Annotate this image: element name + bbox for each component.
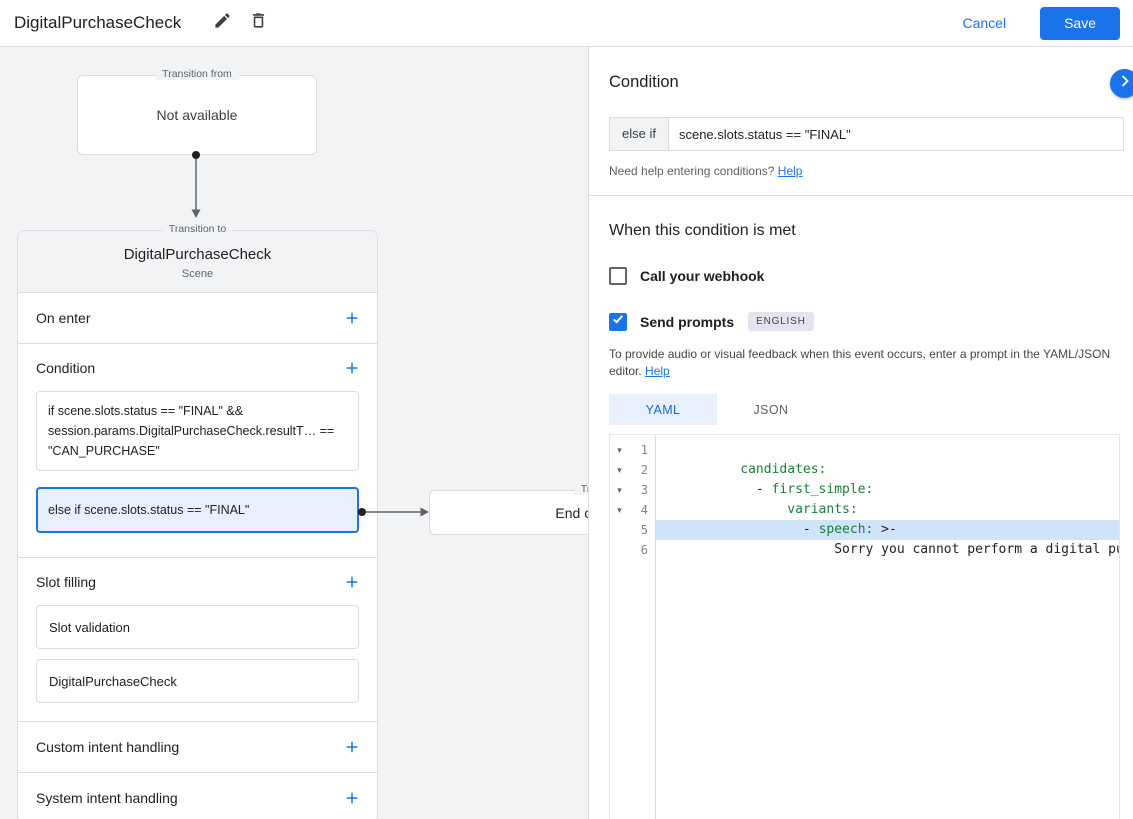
editor-code-area[interactable]: candidates: - first_simple: variants: - …	[656, 435, 1119, 819]
scene-name: DigitalPurchaseCheck	[123, 246, 272, 263]
collapse-panel-button[interactable]	[1110, 69, 1133, 98]
on-enter-row[interactable]: On enter	[18, 293, 377, 343]
slot-item-validation[interactable]: Slot validation	[36, 605, 359, 649]
top-bar: DigitalPurchaseCheck Cancel Save	[0, 0, 1133, 47]
add-system-intent-button[interactable]	[342, 788, 362, 808]
condition-help-link[interactable]: Help	[778, 164, 803, 178]
condition-operator-chip: else if	[609, 117, 669, 151]
line-number: 2	[640, 463, 648, 477]
condition-item-elseif-selected[interactable]: else if scene.slots.status == "FINAL"	[36, 487, 359, 533]
panel-title: Condition	[609, 73, 679, 91]
cancel-button[interactable]: Cancel	[962, 15, 1006, 31]
condition-help-text: Need help entering conditions? Help	[609, 164, 803, 178]
fold-toggle-icon[interactable]: ▾	[610, 465, 629, 476]
slot-filling-row[interactable]: Slot filling	[18, 558, 377, 605]
condition-editor-row: else if	[609, 117, 1124, 151]
line-number: 3	[640, 483, 648, 497]
language-badge: ENGLISH	[748, 312, 814, 331]
add-on-enter-button[interactable]	[342, 308, 362, 328]
custom-intent-row[interactable]: Custom intent handling	[18, 722, 377, 772]
save-button[interactable]: Save	[1040, 6, 1120, 40]
fold-toggle-icon[interactable]: ▾	[610, 445, 629, 456]
webhook-row: Call your webhook	[609, 267, 1133, 285]
trash-icon	[249, 11, 268, 35]
transition-from-label: Transition from	[155, 68, 239, 80]
section-custom-intent: Custom intent handling	[18, 722, 377, 773]
scene-card-header: DigitalPurchaseCheck Scene	[18, 231, 377, 293]
tab-yaml[interactable]: YAML	[609, 394, 717, 425]
transition-from-node[interactable]: Transition from Not available	[77, 68, 317, 155]
line-number: 6	[640, 543, 648, 557]
yaml-editor[interactable]: ▾ 1 ▾ 2 ▾ 3 ▾ 4 5 6 candidates: - first_simp…	[609, 434, 1120, 819]
section-system-intent: System intent handling	[18, 773, 377, 819]
section-slot-filling: Slot filling Slot validation DigitalPurc…	[18, 558, 377, 722]
editor-tabs: YAML JSON	[609, 394, 1133, 425]
add-condition-button[interactable]	[342, 358, 362, 378]
condition-expression-input[interactable]	[667, 117, 1124, 151]
fold-toggle-icon[interactable]: ▾	[610, 505, 629, 516]
call-webhook-label: Call your webhook	[640, 268, 765, 284]
transition-to-label: Transition to	[161, 223, 234, 235]
when-condition-met-title: When this condition is met	[609, 222, 796, 239]
pencil-icon	[213, 11, 232, 35]
panel-divider	[589, 195, 1133, 196]
send-prompts-checkbox[interactable]	[609, 312, 627, 331]
add-custom-intent-button[interactable]	[342, 737, 362, 757]
check-icon	[611, 312, 625, 331]
condition-item-if[interactable]: if scene.slots.status == "FINAL" && sess…	[36, 391, 359, 471]
tab-json[interactable]: JSON	[717, 394, 825, 425]
call-webhook-checkbox[interactable]	[609, 267, 627, 285]
line-number: 4	[640, 503, 648, 517]
delete-scene-button[interactable]	[243, 8, 273, 38]
prompt-hint-text: To provide audio or visual feedback when…	[609, 347, 1111, 378]
scene-card[interactable]: Transition to DigitalPurchaseCheck Scene…	[17, 223, 378, 819]
condition-row[interactable]: Condition	[18, 344, 377, 391]
section-condition: Condition if scene.slots.status == "FINA…	[18, 344, 377, 558]
editor-gutter: ▾ 1 ▾ 2 ▾ 3 ▾ 4 5 6	[610, 435, 656, 819]
system-intent-row[interactable]: System intent handling	[18, 773, 377, 819]
line-number: 1	[640, 443, 648, 457]
section-on-enter: On enter	[18, 293, 377, 344]
add-slot-button[interactable]	[342, 572, 362, 592]
condition-detail-panel: Condition else if Need help entering con…	[588, 47, 1133, 819]
slot-item-digitalpurchasecheck[interactable]: DigitalPurchaseCheck	[36, 659, 359, 703]
send-prompts-row: Send prompts ENGLISH	[609, 312, 1133, 331]
main-area: Transition from Not available Transition…	[0, 47, 1133, 819]
line-number: 5	[640, 523, 648, 537]
code-line: candidates:	[740, 462, 827, 477]
send-prompts-label: Send prompts	[640, 313, 735, 330]
transition-from-value: Not available	[156, 107, 238, 123]
prompt-hint-help-link[interactable]: Help	[645, 364, 670, 378]
edit-title-button[interactable]	[207, 8, 237, 38]
page-title: DigitalPurchaseCheck	[14, 13, 182, 32]
fold-toggle-icon[interactable]: ▾	[610, 485, 629, 496]
chevron-right-icon	[1115, 71, 1133, 96]
scene-type: Scene	[181, 268, 214, 280]
